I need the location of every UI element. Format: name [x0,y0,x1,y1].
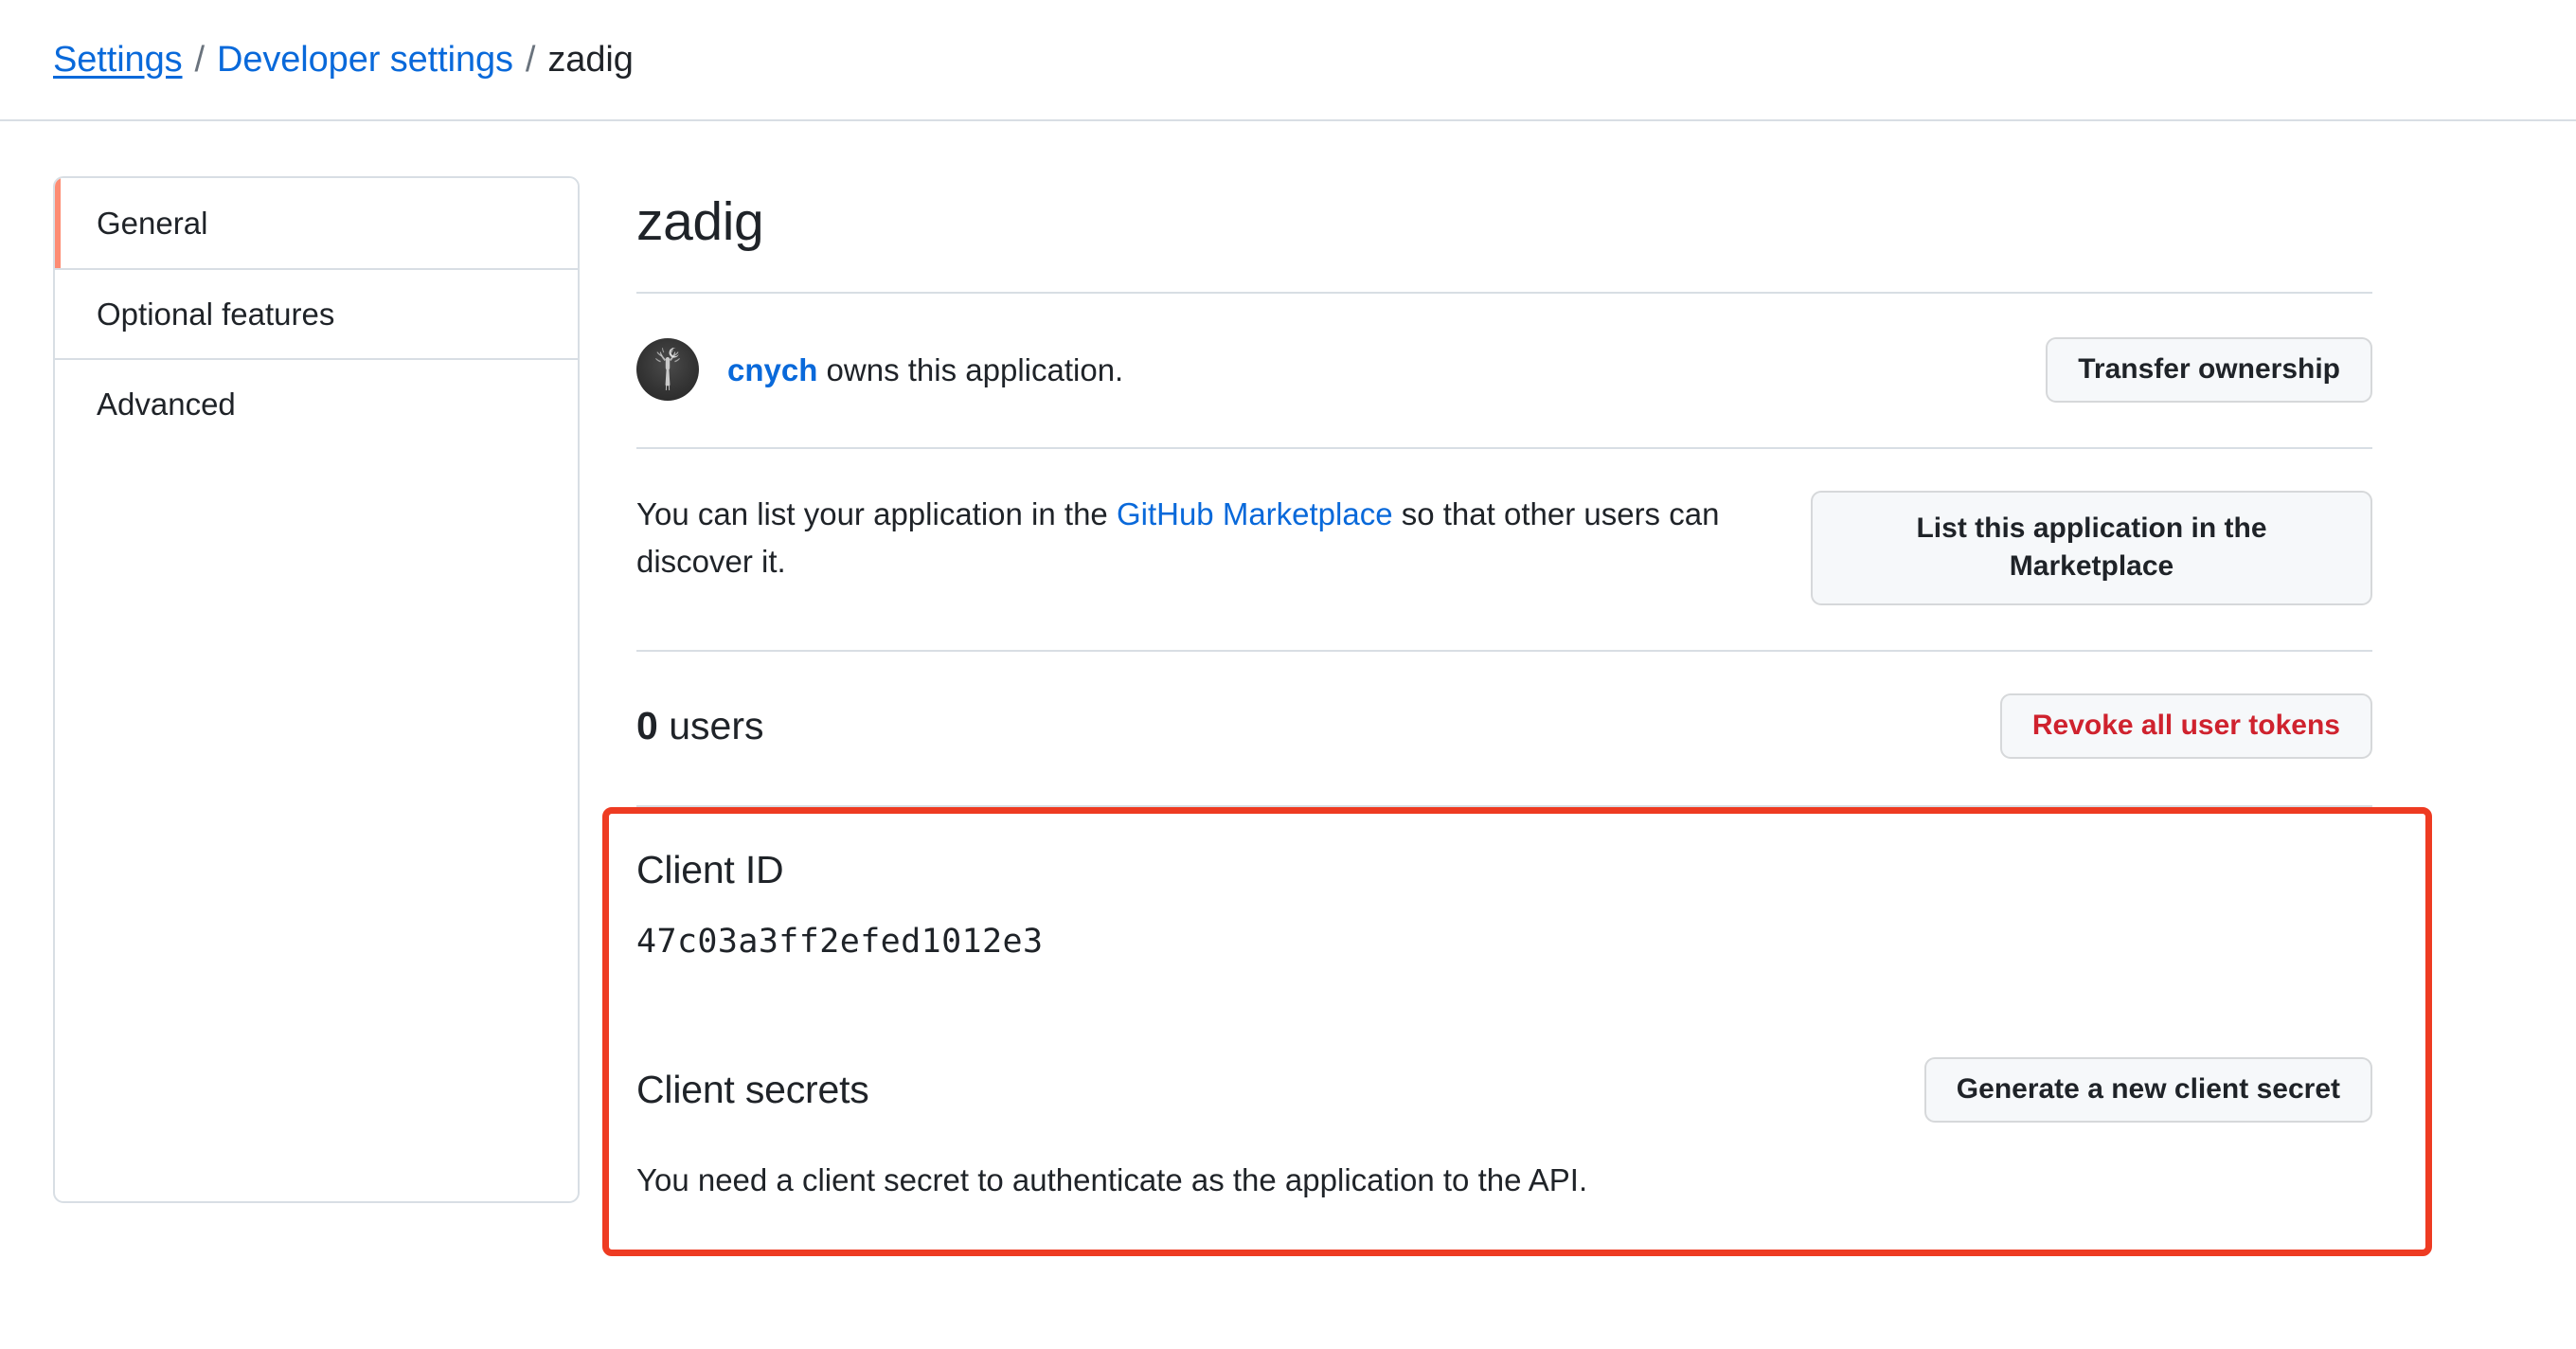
client-secrets-heading: Client secrets [636,1067,869,1111]
client-id-heading: Client ID [636,847,784,891]
users-count-number: 0 [636,703,658,747]
github-marketplace-link[interactable]: GitHub Marketplace [1117,496,1393,531]
breadcrumb-bar: Settings / Developer settings / zadig [0,0,2576,121]
client-credentials-section: Client ID 47c03a3ff2efed1012e3 Client se… [636,807,2372,1204]
marketplace-row: You can list your application in the Git… [636,449,2372,650]
users-count-label: users [669,703,764,747]
client-id-value: 47c03a3ff2efed1012e3 [636,922,1044,961]
breadcrumb-item-developer-settings[interactable]: Developer settings [217,42,513,78]
users-count: 0 users [636,703,764,747]
breadcrumb-separator: / [194,40,206,80]
owner-suffix-text: owns this application. [817,351,1124,387]
page-body: General Optional features Advanced zadig [0,121,2576,1204]
breadcrumb-item-current: zadig [547,40,634,80]
marketplace-text-before: You can list your application in the [636,495,1117,531]
owner-name-link[interactable]: cnych [727,352,817,387]
breadcrumb-item-settings[interactable]: Settings [53,42,183,78]
revoke-all-user-tokens-button[interactable]: Revoke all user tokens [1999,692,2372,759]
owner-info: cnych owns this application. [636,338,1123,402]
main-content: zadig cnych owns this application. Trans… [636,176,2576,1203]
sidebar-item-advanced[interactable]: Advanced [55,358,578,448]
owner-row: cnych owns this application. Transfer ow… [636,294,2372,447]
sidebar-item-label: Optional features [97,296,335,332]
sidebar-item-general[interactable]: General [55,178,578,268]
users-row: 0 users Revoke all user tokens [636,652,2372,805]
marketplace-description: You can list your application in the Git… [636,491,1811,585]
page-title: zadig [636,191,764,252]
transfer-ownership-button[interactable]: Transfer ownership [2046,336,2372,403]
settings-sidebar: General Optional features Advanced [53,176,580,1204]
list-in-marketplace-button[interactable]: List this application in the Marketplace [1811,490,2372,605]
avatar[interactable] [636,338,699,402]
sidebar-item-label: Advanced [97,386,236,422]
sidebar-item-label: General [97,205,208,241]
client-secrets-description: You need a client secret to authenticate… [636,1161,1588,1197]
breadcrumb: Settings / Developer settings / zadig [53,42,634,78]
breadcrumb-separator: / [525,40,536,80]
sidebar-item-optional-features[interactable]: Optional features [55,268,578,358]
client-secrets-header-row: Client secrets Generate a new client sec… [636,1056,2372,1123]
owner-text: cnych owns this application. [727,354,1123,386]
generate-new-client-secret-button[interactable]: Generate a new client secret [1923,1056,2372,1123]
